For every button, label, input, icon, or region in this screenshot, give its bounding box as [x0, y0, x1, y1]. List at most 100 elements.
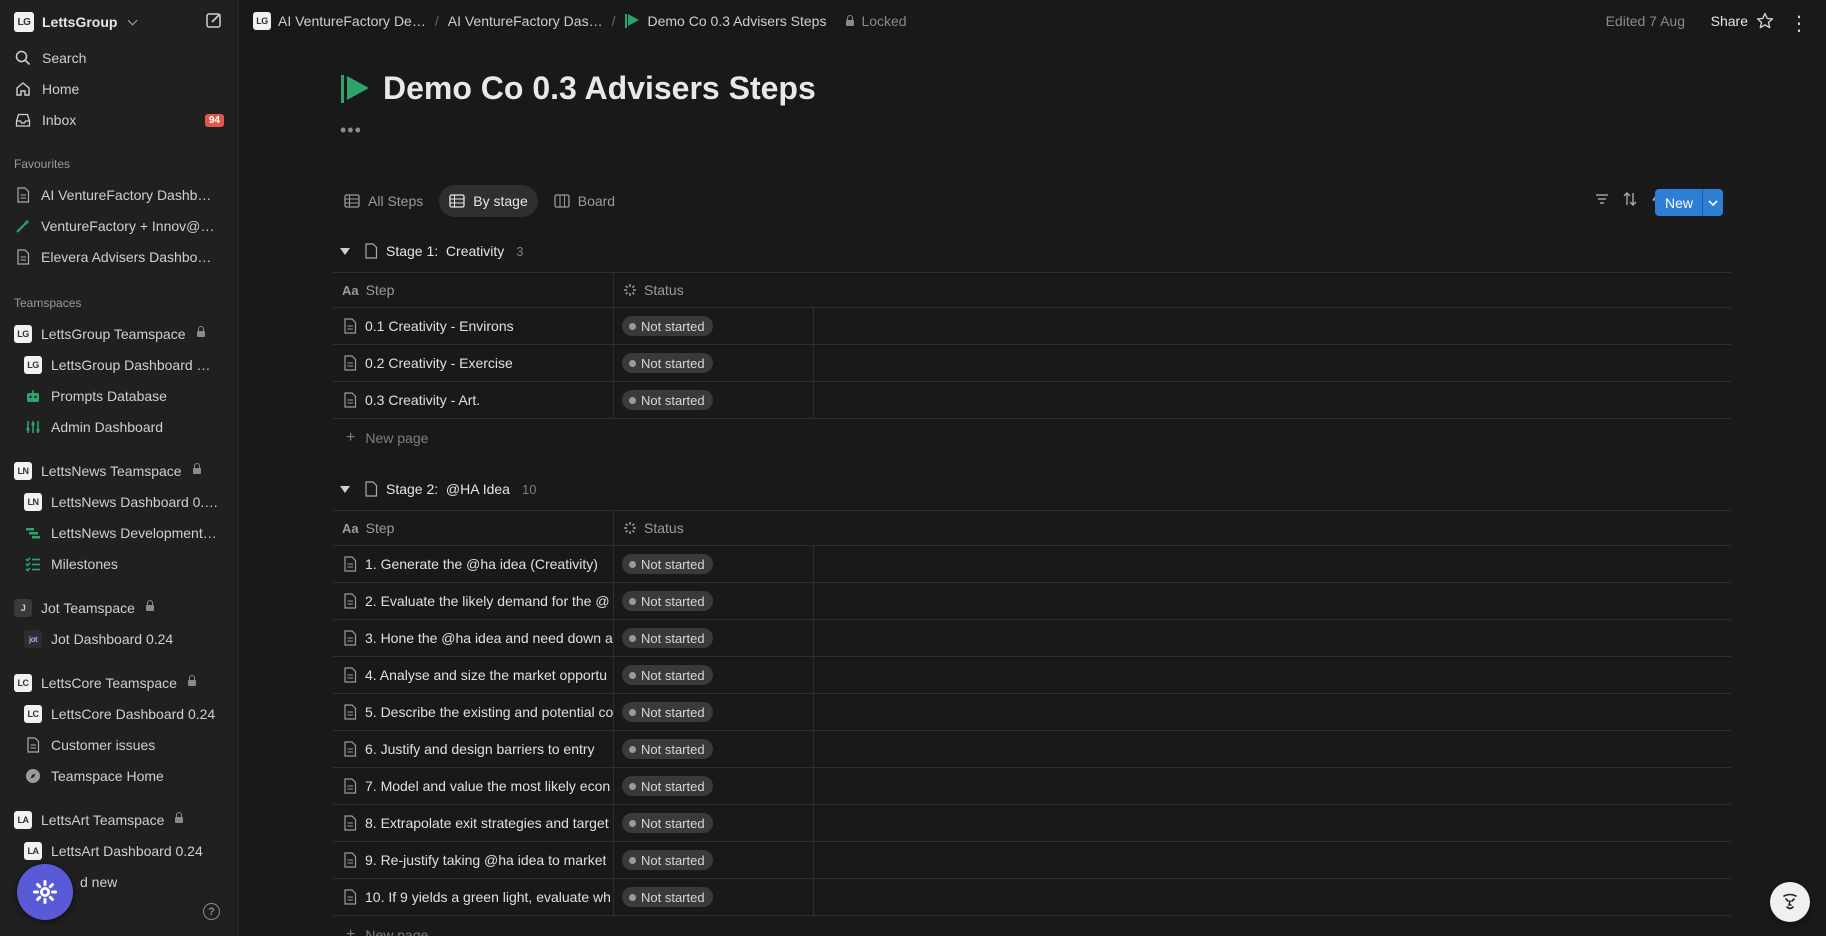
locked-indicator[interactable]: Locked: [844, 13, 907, 29]
step-cell[interactable]: 0.2 Creativity - Exercise: [343, 345, 613, 381]
favourite-item[interactable]: Elevera Advisers Dashbo…: [14, 244, 224, 270]
new-button[interactable]: New: [1655, 189, 1723, 216]
favourite-item[interactable]: AI VentureFactory Dashb…: [14, 182, 224, 208]
sidebar-page-item[interactable]: Admin Dashboard: [24, 414, 224, 440]
new-page-button[interactable]: + New page: [346, 427, 428, 449]
status-badge[interactable]: Not started: [622, 665, 713, 685]
sidebar-home[interactable]: Home: [14, 76, 224, 102]
breadcrumb-item-current[interactable]: Demo Co 0.3 Advisers Steps: [624, 13, 826, 29]
table-row[interactable]: 0.1 Creativity - Environs Not started: [333, 308, 1731, 345]
status-badge[interactable]: Not started: [622, 887, 713, 907]
table-row[interactable]: 0.2 Creativity - Exercise Not started: [333, 345, 1731, 382]
more-options-icon[interactable]: ⋮: [1789, 11, 1810, 36]
teamspace-lettsnews[interactable]: LN LettsNews Teamspace: [14, 458, 224, 484]
status-badge[interactable]: Not started: [622, 554, 713, 574]
column-header-status[interactable]: Status: [623, 273, 684, 307]
group-header[interactable]: Stage 2: @HA Idea 10: [340, 478, 536, 500]
step-cell[interactable]: 10. If 9 yields a green light, evaluate …: [343, 879, 613, 915]
sidebar-page-item[interactable]: LettsNews Development…: [24, 520, 224, 546]
teamspace-name: LettsNews Teamspace: [41, 463, 182, 479]
table-row[interactable]: 8. Extrapolate exit strategies and targe…: [333, 805, 1731, 842]
status-badge[interactable]: Not started: [622, 813, 713, 833]
status-badge[interactable]: Not started: [622, 316, 713, 336]
page-title[interactable]: Demo Co 0.3 Advisers Steps: [383, 70, 816, 107]
collapse-triangle-icon[interactable]: [340, 247, 350, 255]
breadcrumb-separator: /: [434, 13, 439, 29]
step-cell[interactable]: 0.3 Creativity - Art.: [343, 382, 613, 418]
tab-by-stage[interactable]: By stage: [439, 185, 538, 217]
teamspace-lettsart[interactable]: LA LettsArt Teamspace: [14, 807, 224, 833]
sidebar-page-item[interactable]: Milestones: [24, 551, 224, 577]
sort-icon[interactable]: [1621, 190, 1639, 208]
column-header-step[interactable]: Aa Step: [342, 511, 394, 545]
teamspace-jot[interactable]: J Jot Teamspace: [14, 595, 224, 621]
step-cell[interactable]: 3. Hone the @ha idea and need down a: [343, 620, 613, 656]
status-badge[interactable]: Not started: [622, 850, 713, 870]
step-cell[interactable]: 7. Model and value the most likely econ: [343, 768, 613, 804]
add-new-teamspace[interactable]: d new: [80, 869, 220, 895]
breadcrumb-item[interactable]: LG AI VentureFactory De…: [253, 12, 426, 30]
breadcrumb-item[interactable]: AI VentureFactory Das…: [448, 13, 603, 29]
step-cell[interactable]: 6. Justify and design barriers to entry: [343, 731, 613, 767]
step-title: 0.2 Creativity - Exercise: [365, 355, 513, 371]
table-row[interactable]: 1. Generate the @ha idea (Creativity) Not…: [333, 546, 1731, 583]
status-badge[interactable]: Not started: [622, 628, 713, 648]
status-badge[interactable]: Not started: [622, 776, 713, 796]
share-button[interactable]: Share: [1711, 13, 1748, 29]
group-header[interactable]: Stage 1: Creativity 3: [340, 240, 524, 262]
more-horizontal-icon[interactable]: •••: [340, 120, 362, 141]
step-cell[interactable]: 8. Extrapolate exit strategies and targe…: [343, 805, 613, 841]
star-icon[interactable]: [1756, 12, 1774, 30]
assistant-launcher-button[interactable]: [17, 864, 73, 920]
table-row[interactable]: 10. If 9 yields a green light, evaluate …: [333, 879, 1731, 916]
teamspace-lettsgroup[interactable]: LG LettsGroup Teamspace: [14, 321, 224, 347]
sidebar-inbox[interactable]: Inbox 94: [14, 107, 224, 133]
new-page-edit-icon[interactable]: [205, 11, 223, 29]
sidebar-page-item[interactable]: jot Jot Dashboard 0.24: [24, 626, 224, 652]
teamspace-lettscore[interactable]: LC LettsCore Teamspace: [14, 670, 224, 696]
status-badge[interactable]: Not started: [622, 702, 713, 722]
favourite-item[interactable]: VentureFactory + Innov@…: [14, 213, 224, 239]
status-badge[interactable]: Not started: [622, 390, 713, 410]
workspace-switcher[interactable]: LG LettsGroup: [14, 11, 138, 33]
sidebar-page-item[interactable]: Teamspace Home: [24, 763, 224, 789]
sidebar-page-item[interactable]: Prompts Database: [24, 383, 224, 409]
chevron-down-icon[interactable]: [1703, 199, 1723, 207]
tab-board[interactable]: Board: [544, 185, 625, 217]
status-badge[interactable]: Not started: [622, 739, 713, 759]
sidebar-search[interactable]: Search: [14, 45, 224, 71]
table-row[interactable]: 7. Model and value the most likely econ N…: [333, 768, 1731, 805]
column-divider: [813, 657, 814, 693]
table-row[interactable]: 6. Justify and design barriers to entry N…: [333, 731, 1731, 768]
filter-icon[interactable]: [1593, 190, 1611, 208]
table-row[interactable]: 0.3 Creativity - Art. Not started: [333, 382, 1731, 419]
step-cell[interactable]: 0.1 Creativity - Environs: [343, 308, 613, 344]
step-cell[interactable]: 2. Evaluate the likely demand for the @: [343, 583, 613, 619]
sidebar-page-item[interactable]: Customer issues: [24, 732, 224, 758]
assistant-face-button[interactable]: [1770, 882, 1810, 922]
sidebar-page-item[interactable]: LC LettsCore Dashboard 0.24: [24, 701, 224, 727]
collapse-triangle-icon[interactable]: [340, 485, 350, 493]
sidebar-page-item[interactable]: LA LettsArt Dashboard 0.24: [24, 838, 224, 864]
table-row[interactable]: 4. Analyse and size the market opportu No…: [333, 657, 1731, 694]
sidebar-page-item[interactable]: LG LettsGroup Dashboard …: [24, 352, 224, 378]
table-row[interactable]: 2. Evaluate the likely demand for the @ N…: [333, 583, 1731, 620]
table-row[interactable]: 3. Hone the @ha idea and need down a Not …: [333, 620, 1731, 657]
help-icon[interactable]: ?: [203, 903, 220, 920]
column-label: Status: [644, 520, 684, 536]
status-dot-icon: [629, 671, 636, 679]
step-cell[interactable]: 5. Describe the existing and potential c…: [343, 694, 613, 730]
step-cell[interactable]: 9. Re-justify taking @ha idea to market: [343, 842, 613, 878]
new-page-button[interactable]: + New page: [346, 924, 428, 936]
table-row[interactable]: 9. Re-justify taking @ha idea to market N…: [333, 842, 1731, 879]
tab-all-steps[interactable]: All Steps: [334, 185, 433, 217]
step-cell[interactable]: 1. Generate the @ha idea (Creativity): [343, 546, 613, 582]
flag-icon[interactable]: [340, 74, 370, 104]
status-badge[interactable]: Not started: [622, 591, 713, 611]
column-header-step[interactable]: Aa Step: [342, 273, 394, 307]
table-row[interactable]: 5. Describe the existing and potential c…: [333, 694, 1731, 731]
column-header-status[interactable]: Status: [623, 511, 684, 545]
step-cell[interactable]: 4. Analyse and size the market opportu: [343, 657, 613, 693]
status-badge[interactable]: Not started: [622, 353, 713, 373]
sidebar-page-item[interactable]: LN LettsNews Dashboard 0.…: [24, 489, 224, 515]
